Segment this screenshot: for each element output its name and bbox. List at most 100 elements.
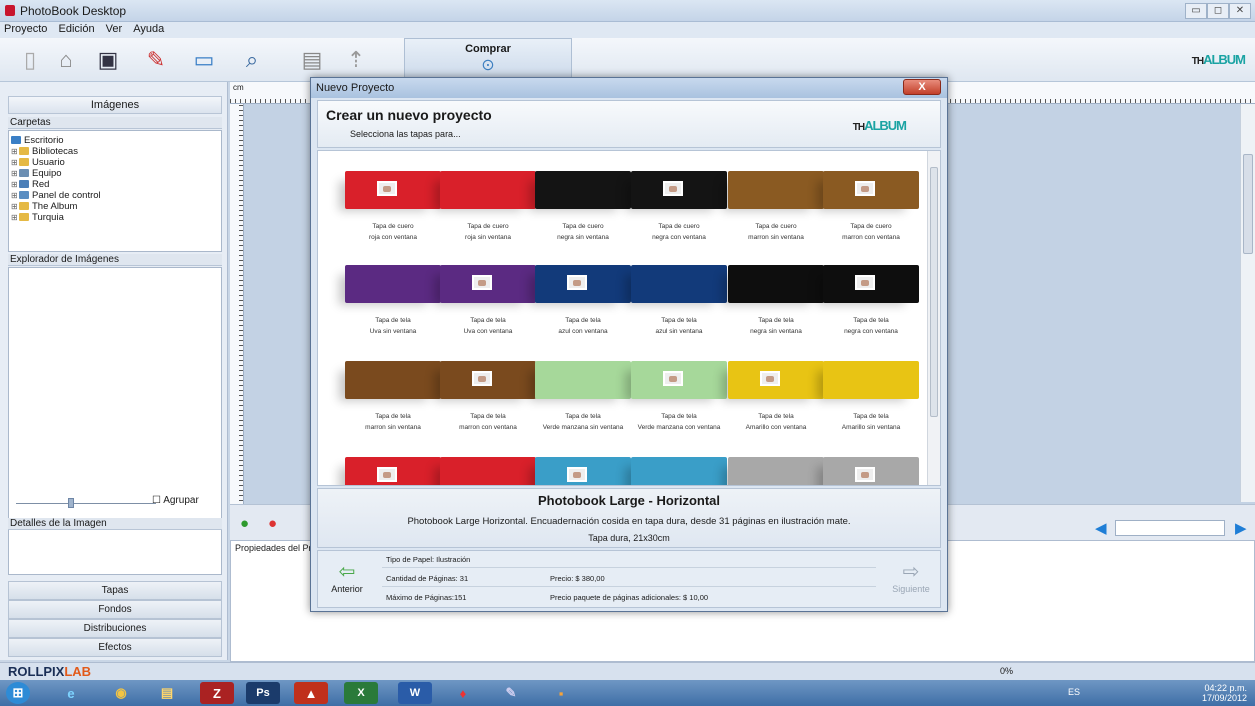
add-page-icon[interactable]: ● bbox=[240, 515, 249, 532]
product-size: Tapa dura, 21x30cm bbox=[588, 533, 670, 543]
minimize-button[interactable]: ▭ bbox=[1185, 3, 1207, 19]
export-icon[interactable]: ▤ bbox=[296, 44, 328, 76]
cover-swatch bbox=[631, 265, 727, 303]
tree-item[interactable]: ⊞ Red bbox=[11, 179, 219, 190]
dialog-brand-logo: THALBUM bbox=[852, 118, 907, 133]
cover-swatch bbox=[823, 265, 919, 303]
prev-page-icon[interactable]: ◀ bbox=[1095, 519, 1107, 537]
agrupar-checkbox[interactable]: ☐ Agrupar bbox=[152, 495, 199, 506]
app-icon-taskbar[interactable]: ▪ bbox=[544, 682, 578, 704]
images-header[interactable]: Imágenes bbox=[8, 96, 222, 114]
tools-icon[interactable]: ✎ bbox=[140, 44, 172, 76]
nav-efectos[interactable]: Efectos bbox=[8, 638, 222, 657]
page-count: Cantidad de Páginas: 31 bbox=[386, 574, 469, 583]
upload-icon[interactable]: ⇡ bbox=[340, 44, 372, 76]
menu-ayuda[interactable]: Ayuda bbox=[129, 22, 168, 36]
anterior-button[interactable]: ⇦ Anterior bbox=[322, 553, 372, 605]
preview-icon[interactable]: ⌕ bbox=[236, 44, 268, 76]
clock-date: 17/09/2012 bbox=[1201, 693, 1247, 703]
explorer-label: Explorador de Imágenes bbox=[8, 254, 222, 266]
cover-window-photo bbox=[855, 181, 875, 196]
dialog-heading: Crear un nuevo proyecto bbox=[326, 107, 492, 123]
page-select[interactable] bbox=[1115, 520, 1225, 536]
zoom-slider[interactable] bbox=[10, 498, 160, 508]
cover-label: Tapa de tela negra con ventana bbox=[844, 317, 898, 335]
app-title-bar: PhotoBook Desktop ▭ ◻ ✕ bbox=[0, 0, 1255, 22]
status-bar: ROLLPIXLAB 0% bbox=[0, 662, 1255, 680]
dialog-header: Crear un nuevo proyecto Selecciona las t… bbox=[317, 100, 941, 148]
new-file-icon[interactable]: ▯ bbox=[14, 44, 46, 76]
next-arrow-icon: ⇨ bbox=[902, 561, 920, 583]
tree-item[interactable]: Escritorio bbox=[11, 135, 219, 146]
cover-swatch bbox=[440, 265, 536, 303]
paint-icon[interactable]: ✎ bbox=[494, 682, 528, 704]
cover-window-photo bbox=[855, 467, 875, 482]
dialog-close-button[interactable]: X bbox=[903, 79, 941, 95]
cover-swatch bbox=[823, 361, 919, 399]
left-panel: Imágenes Carpetas Escritorio ⊞ Biblioteca… bbox=[0, 82, 228, 660]
cover-grid-scrollbar[interactable] bbox=[927, 151, 940, 485]
menu-proyecto[interactable]: Proyecto bbox=[0, 22, 51, 36]
extra-pages-price: Precio paquete de páginas adicionales: $… bbox=[550, 593, 709, 602]
tree-item[interactable]: ⊞ Equipo bbox=[11, 168, 219, 179]
agrupar-label: Agrupar bbox=[163, 495, 199, 506]
tree-item[interactable]: ⊞ Bibliotecas bbox=[11, 146, 219, 157]
menu-edicion[interactable]: Edición bbox=[54, 22, 98, 36]
product-specs: ⇦ Anterior Tipo de Papel: Ilustración Ca… bbox=[317, 550, 941, 608]
cover-window-photo bbox=[472, 275, 492, 290]
tree-item[interactable]: ⊞ The Album bbox=[11, 201, 219, 212]
vertical-scrollbar[interactable] bbox=[1240, 104, 1255, 502]
word-icon[interactable]: W bbox=[398, 682, 432, 704]
cover-swatch bbox=[345, 265, 441, 303]
properties-label: Propiedades del Proy bbox=[235, 543, 322, 553]
chrome-icon[interactable]: ◉ bbox=[104, 682, 138, 704]
cover-window-photo bbox=[377, 467, 397, 482]
photoshop-icon[interactable]: Ps bbox=[246, 682, 280, 704]
toolbar: ▯ ⌂ ▣ ✎ ▭ ⌕ ▤ ⇡ Comprar ⊙ THALBUM bbox=[0, 38, 1255, 82]
nav-tapas[interactable]: Tapas bbox=[8, 581, 222, 600]
nav-distribuciones[interactable]: Distribuciones bbox=[8, 619, 222, 638]
tree-item[interactable]: ⊞ Panel de control bbox=[11, 190, 219, 201]
new-project-dialog: Nuevo Proyecto X Crear un nuevo proyecto… bbox=[310, 77, 948, 612]
menu-ver[interactable]: Ver bbox=[102, 22, 127, 36]
start-icon[interactable]: ⊞ bbox=[6, 682, 30, 704]
cover-swatch bbox=[440, 171, 536, 209]
photobook-icon[interactable]: ♦ bbox=[446, 682, 480, 704]
comprar-label: Comprar bbox=[465, 43, 511, 55]
excel-icon[interactable]: X bbox=[344, 682, 378, 704]
cover-label: Tapa de tela Amarillo sin ventana bbox=[841, 413, 901, 431]
language-indicator[interactable]: ES bbox=[1068, 687, 1080, 697]
cover-window-photo bbox=[663, 371, 683, 386]
close-button[interactable]: ✕ bbox=[1229, 3, 1251, 19]
clock[interactable]: 04:22 p.m. 17/09/2012 bbox=[1202, 683, 1247, 703]
cover-window-photo bbox=[855, 275, 875, 290]
cover-swatch bbox=[728, 361, 824, 399]
acrobat-icon[interactable]: ▲ bbox=[294, 682, 328, 704]
next-page-icon[interactable]: ▶ bbox=[1235, 519, 1247, 537]
comprar-button[interactable]: Comprar ⊙ bbox=[404, 38, 572, 82]
cover-window-photo bbox=[567, 467, 587, 482]
tree-item[interactable]: ⊞ Turquia bbox=[11, 212, 219, 223]
cover-swatch bbox=[631, 171, 727, 209]
cover-window-photo bbox=[567, 275, 587, 290]
product-description: Photobook Large Horizontal. Encuadernaci… bbox=[407, 516, 851, 527]
ruler-unit: cm bbox=[233, 83, 244, 92]
save-icon[interactable]: ▣ bbox=[92, 44, 124, 76]
paper-type: Tipo de Papel: Ilustración bbox=[386, 555, 471, 564]
cover-swatch bbox=[823, 457, 919, 485]
brand-prefix: TH bbox=[1191, 56, 1204, 67]
filezilla-icon[interactable]: Z bbox=[200, 682, 234, 704]
nav-fondos[interactable]: Fondos bbox=[8, 600, 222, 619]
cover-swatch bbox=[728, 171, 824, 209]
tree-item[interactable]: ⊞ Usuario bbox=[11, 157, 219, 168]
siguiente-button[interactable]: ⇨ Siguiente bbox=[886, 553, 936, 605]
details-label: Detalles de la Imagen bbox=[8, 518, 222, 530]
ie-icon[interactable]: e bbox=[54, 682, 88, 704]
cart-icon: ⊙ bbox=[481, 57, 495, 74]
monitor-icon[interactable]: ▭ bbox=[188, 44, 220, 76]
remove-page-icon[interactable]: ● bbox=[268, 515, 277, 532]
explorer-icon[interactable]: ▤ bbox=[150, 682, 184, 704]
carpetas-label: Carpetas bbox=[8, 117, 222, 129]
open-icon[interactable]: ⌂ bbox=[50, 44, 82, 76]
maximize-button[interactable]: ◻ bbox=[1207, 3, 1229, 19]
